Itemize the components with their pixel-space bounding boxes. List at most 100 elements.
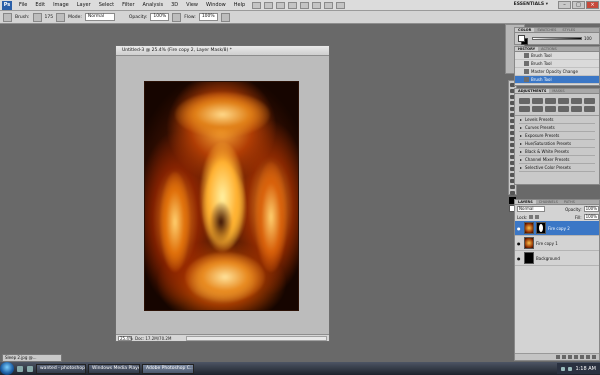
hue-saturation-presets[interactable]: Hue/Saturation Presets [519,140,595,148]
menu-view[interactable]: View [182,2,202,8]
exposure-presets[interactable]: Exposure Presets [519,132,595,140]
menu-image[interactable]: Image [49,2,73,8]
k-value[interactable]: 100 [584,36,592,41]
mode-select[interactable]: Normal [84,13,115,21]
hue-saturation-icon[interactable] [584,97,595,104]
menu-3d[interactable]: 3D [167,2,182,8]
brush-tool-icon[interactable] [3,12,12,22]
taskbar-item-firefox[interactable]: wanted - photoshop ... [36,363,86,374]
layer-row[interactable]: ● Fire copy 1 [515,236,599,251]
selective-color-presets[interactable]: Selective Color Presets [519,164,595,172]
zoom-tool-icon[interactable] [510,191,515,195]
brush-panel-toggle-icon[interactable] [56,12,66,22]
history-item[interactable]: Brush Tool [515,52,599,60]
menu-window[interactable]: Window [202,2,230,8]
start-button[interactable] [0,362,14,375]
taskbar-item-photoshop[interactable]: Adobe Photoshop C... [142,363,194,374]
close-button[interactable]: × [586,1,599,9]
minimized-document[interactable]: Sleep 2.jpg @... [2,354,62,362]
layer-opacity-field[interactable]: 100% [583,206,599,212]
zoom-field[interactable]: 25.4% [118,335,133,341]
menu-filter[interactable]: Filter [118,2,138,8]
tab-styles[interactable]: STYLES [559,28,578,32]
levels-presets[interactable]: Levels Presets [519,116,595,124]
clock[interactable]: 1:18 AM [575,366,596,372]
maximize-button[interactable]: □ [572,1,585,9]
document-info[interactable]: Doc: 17.2M/70.2M [135,336,183,341]
layer-row-selected[interactable]: ● Fire copy 2 [515,221,599,236]
menu-select[interactable]: Select [95,2,118,8]
zoom-tool-icon[interactable] [300,1,310,9]
airbrush-icon[interactable] [220,12,230,22]
link-layers-icon[interactable] [556,355,560,359]
channel-mixer-icon[interactable] [558,105,569,112]
pressure-opacity-icon[interactable] [172,12,182,22]
brush-preset-picker[interactable] [32,12,42,22]
quicklaunch-icon[interactable] [27,365,33,372]
foreground-color-chip[interactable] [518,35,525,42]
layer-row[interactable]: ● Background [515,251,599,266]
tab-layers[interactable]: LAYERS [515,200,536,204]
invert-icon[interactable] [571,105,582,112]
photo-filter-icon[interactable] [545,105,556,112]
adjustment-layer-icon[interactable] [574,355,578,359]
menu-layer[interactable]: Layer [73,2,95,8]
menu-analysis[interactable]: Analysis [139,2,168,8]
tab-history[interactable]: HISTORY [515,47,539,51]
quicklaunch-icon[interactable] [17,365,23,372]
workspace-switcher[interactable]: ESSENTIALS ▾ [514,2,548,7]
history-item-selected[interactable]: Brush Tool [515,76,599,84]
blend-mode-select[interactable]: Normal [517,206,545,212]
tab-swatches[interactable]: SWATCHES [534,28,559,32]
taskbar-item-media-player[interactable]: Windows Media Player [88,363,140,374]
horizontal-scrollbar[interactable] [186,335,327,341]
color-balance-icon[interactable] [519,105,530,112]
volume-icon[interactable] [568,366,573,371]
hand-tool-icon[interactable] [288,1,298,9]
black-white-presets[interactable]: Black & White Presets [519,148,595,156]
history-item[interactable]: Master Opacity Change [515,68,599,76]
channel-mixer-presets[interactable]: Channel Mixer Presets [519,156,595,164]
flow-field[interactable]: 100% [198,13,218,21]
new-layer-icon[interactable] [586,355,590,359]
minibridge-icon[interactable] [264,1,274,9]
rotate-view-icon[interactable] [312,1,322,9]
delete-layer-icon[interactable] [592,355,596,359]
menu-help[interactable]: Help [230,2,249,8]
tab-paths[interactable]: PATHS [561,200,578,204]
levels-icon[interactable] [532,97,543,104]
add-mask-icon[interactable] [568,355,572,359]
tab-actions[interactable]: ACTIONS [538,47,560,51]
layer-style-icon[interactable] [562,355,566,359]
curves-presets[interactable]: Curves Presets [519,124,595,132]
eye-icon[interactable]: ● [517,226,522,231]
curves-icon[interactable] [545,97,556,104]
opacity-field[interactable]: 100% [150,13,170,21]
lock-pixels-icon[interactable] [529,215,534,219]
layer-mask-thumbnail[interactable] [536,222,546,234]
black-white-icon[interactable] [532,105,543,112]
tab-color[interactable]: COLOR [515,28,535,32]
network-icon[interactable] [561,366,566,371]
k-slider[interactable] [532,37,582,40]
menu-edit[interactable]: Edit [31,2,49,8]
tab-adjustments[interactable]: ADJUSTMENTS [515,89,550,93]
fire-image-canvas[interactable] [144,81,299,311]
exposure-icon[interactable] [558,97,569,104]
eye-icon[interactable]: ● [517,241,522,246]
tab-channels[interactable]: CHANNELS [536,200,561,204]
zoom-level-icon[interactable] [276,1,286,9]
bridge-icon[interactable] [252,1,262,9]
brightness-icon[interactable] [519,97,530,104]
menu-file[interactable]: File [15,2,31,8]
new-group-icon[interactable] [580,355,584,359]
lock-position-icon[interactable] [535,215,540,219]
vibrance-icon[interactable] [571,97,582,104]
gradient-map-icon[interactable] [584,105,595,112]
fill-field[interactable]: 100% [583,214,599,220]
tab-masks[interactable]: MASKS [549,89,567,93]
arrange-documents-icon[interactable] [324,1,334,9]
minimize-button[interactable]: – [558,1,571,9]
hand-tool-icon[interactable] [510,185,515,189]
screen-mode-icon[interactable] [336,1,346,9]
